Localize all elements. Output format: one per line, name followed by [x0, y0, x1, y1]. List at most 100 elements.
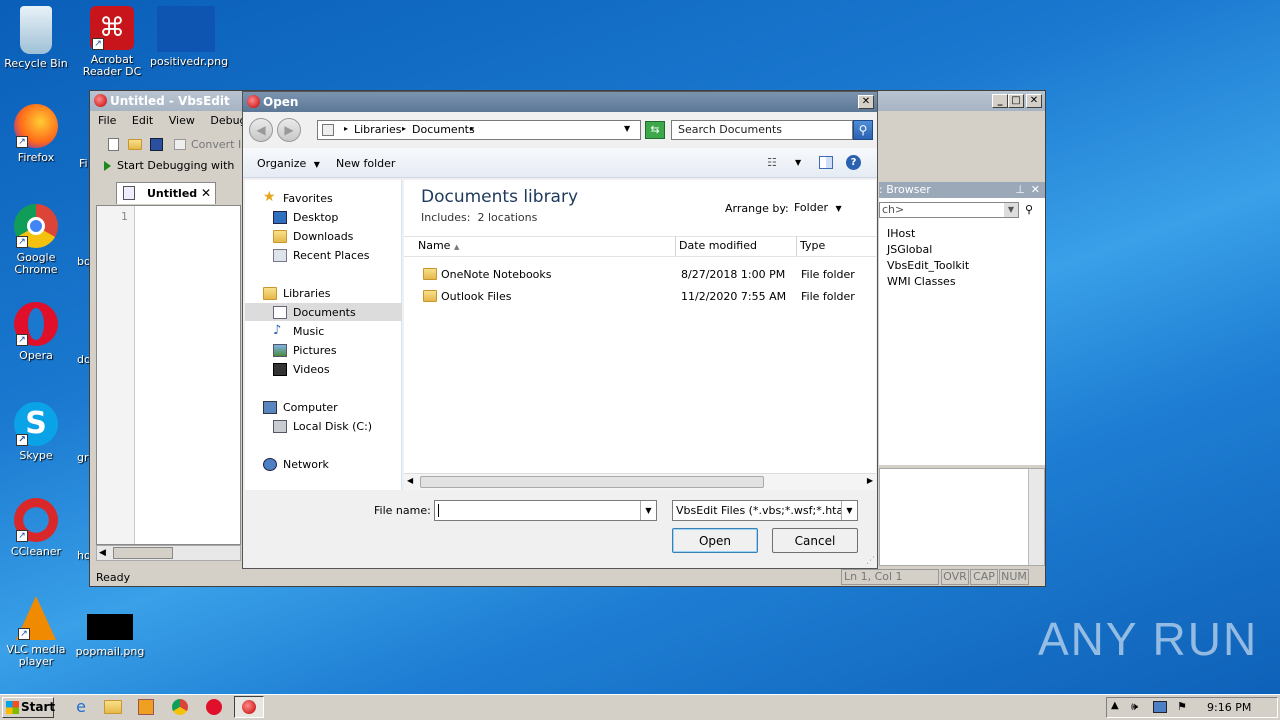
- network-icon: [263, 458, 277, 471]
- locations-link[interactable]: 2 locations: [477, 211, 537, 224]
- list-item[interactable]: WMI Classes: [879, 274, 969, 290]
- close-tab-icon[interactable]: ✕: [201, 186, 211, 200]
- close-browser-icon[interactable]: ✕: [1031, 182, 1040, 198]
- minimize-button[interactable]: _: [992, 94, 1008, 108]
- refresh-button[interactable]: ⇆: [645, 121, 665, 139]
- view-options-icon[interactable]: ☷: [767, 156, 777, 169]
- desktop-icon-recycle-bin[interactable]: Recycle Bin: [0, 6, 72, 70]
- convert-label[interactable]: Convert In: [191, 138, 248, 151]
- network-tray-icon[interactable]: [1153, 701, 1167, 713]
- line-gutter: 1: [97, 206, 135, 544]
- breadcrumb-libraries[interactable]: Libraries: [354, 123, 402, 136]
- address-dropdown-icon[interactable]: ▼: [624, 124, 630, 133]
- desktop-icon-firefox[interactable]: ↗ Firefox: [0, 104, 72, 164]
- scroll-right-icon[interactable]: ▶: [867, 476, 873, 485]
- volume-icon[interactable]: 🕪: [1131, 700, 1138, 714]
- nav-desktop[interactable]: Desktop: [273, 211, 338, 225]
- chevron-down-icon[interactable]: ▼: [841, 501, 857, 520]
- organize-button[interactable]: Organize ▼: [257, 157, 320, 170]
- table-row[interactable]: Outlook Files 11/2/2020 7:55 AM File fol…: [423, 289, 873, 305]
- browser-titlebar: : Browser ⊥ ✕: [879, 182, 1045, 198]
- editor-area[interactable]: 1: [96, 205, 241, 545]
- table-row[interactable]: OneNote Notebooks 8/27/2018 1:00 PM File…: [423, 267, 873, 283]
- search-icon[interactable]: ⚲: [853, 120, 873, 140]
- pin-icon[interactable]: ⊥: [1015, 182, 1025, 198]
- preview-pane-icon[interactable]: [819, 156, 833, 169]
- arrange-by-dropdown[interactable]: Folder ▼: [794, 201, 842, 214]
- explorer-icon[interactable]: [104, 700, 122, 714]
- dialog-titlebar[interactable]: Open ✕: [243, 92, 877, 112]
- file-name-input[interactable]: ▼: [434, 500, 657, 521]
- chevron-down-icon[interactable]: ▼: [640, 501, 656, 520]
- menu-edit[interactable]: Edit: [132, 114, 153, 127]
- nav-computer[interactable]: Computer: [263, 401, 338, 415]
- desktop-icon-positivedr[interactable]: positivedr.png: [150, 6, 228, 68]
- desktop-icon-chrome[interactable]: ↗ Google Chrome: [0, 204, 72, 276]
- nav-videos[interactable]: Videos: [273, 363, 330, 377]
- menu-view[interactable]: View: [169, 114, 195, 127]
- search-field[interactable]: Search Documents: [671, 120, 853, 140]
- nav-network[interactable]: Network: [263, 458, 329, 472]
- action-center-flag-icon[interactable]: ⚑: [1177, 700, 1187, 713]
- browser-search[interactable]: ch> ▼: [879, 202, 1019, 218]
- nav-downloads[interactable]: Downloads: [273, 230, 353, 244]
- desktop-icon-ccleaner[interactable]: ↗ CCleaner: [0, 498, 72, 558]
- forward-button[interactable]: ▶: [277, 118, 301, 142]
- column-header-type[interactable]: Type: [800, 236, 870, 256]
- column-header-date[interactable]: Date modified: [679, 236, 797, 256]
- desktop-icon-skype[interactable]: S ↗ Skype: [0, 402, 72, 462]
- nav-libraries[interactable]: Libraries: [263, 287, 331, 301]
- nav-pictures[interactable]: Pictures: [273, 344, 337, 358]
- taskbar-vbsedit-button[interactable]: [234, 696, 264, 718]
- save-icon[interactable]: [150, 138, 163, 151]
- start-debugging-button[interactable]: Start Debugging with: [104, 159, 234, 172]
- column-header-name[interactable]: Name ▲: [418, 236, 676, 256]
- scroll-left-icon[interactable]: ◀: [407, 476, 413, 485]
- maximize-button[interactable]: □: [1008, 94, 1024, 108]
- search-binoculars-icon[interactable]: ⚲: [1025, 203, 1033, 216]
- nav-documents[interactable]: Documents: [273, 306, 356, 320]
- convert-icon[interactable]: [174, 139, 186, 150]
- tray-expand-icon[interactable]: ▲: [1111, 700, 1119, 711]
- file-type-filter[interactable]: VbsEdit Files (*.vbs;*.wsf;*.hta;*. ▼: [672, 500, 858, 521]
- scroll-thumb[interactable]: [420, 476, 764, 488]
- desktop-icon-popmail[interactable]: popmail.png: [74, 614, 146, 658]
- clock[interactable]: 9:16 PM: [1207, 701, 1251, 714]
- ie-icon[interactable]: e: [68, 697, 94, 717]
- desktop-icon-label: popmail.png: [75, 645, 145, 658]
- desktop-icon-acrobat[interactable]: ⌘ ↗ Acrobat Reader DC: [76, 6, 148, 78]
- editor-hscrollbar[interactable]: ◀: [96, 545, 241, 561]
- editor-tab[interactable]: Untitled ✕: [116, 182, 216, 204]
- desktop-icon-opera[interactable]: ↗ Opera: [0, 302, 72, 362]
- open-folder-icon[interactable]: [128, 139, 142, 150]
- content-hscrollbar[interactable]: ◀ ▶: [404, 473, 876, 490]
- list-item[interactable]: IHost: [879, 226, 969, 242]
- chrome-icon[interactable]: [172, 699, 188, 715]
- list-item[interactable]: VbsEdit_Toolkit: [879, 258, 969, 274]
- new-folder-button[interactable]: New folder: [336, 157, 395, 170]
- help-icon[interactable]: ?: [846, 155, 861, 170]
- menu-file[interactable]: File: [98, 114, 116, 127]
- chevron-down-icon[interactable]: ▼: [795, 158, 801, 167]
- new-file-icon[interactable]: [108, 138, 119, 151]
- open-button[interactable]: Open: [672, 528, 758, 553]
- cancel-button[interactable]: Cancel: [772, 528, 858, 553]
- address-bar[interactable]: ▸ Libraries ▸ Documents ▸ ▼: [317, 120, 641, 140]
- resize-grip-icon[interactable]: ⋰: [866, 556, 875, 566]
- chevron-down-icon[interactable]: ▼: [1004, 203, 1018, 217]
- media-player-icon[interactable]: [138, 699, 154, 715]
- close-button[interactable]: ✕: [858, 95, 874, 109]
- start-button[interactable]: Start: [2, 697, 55, 718]
- nav-music[interactable]: ♪ Music: [273, 324, 324, 339]
- close-button[interactable]: ✕: [1026, 94, 1042, 108]
- desktop-icon-vlc[interactable]: ↗ VLC media player: [0, 596, 72, 668]
- breadcrumb-documents[interactable]: Documents: [412, 123, 475, 136]
- nav-local-disk[interactable]: Local Disk (C:): [273, 420, 372, 434]
- back-button[interactable]: ◀: [249, 118, 273, 142]
- opera-icon[interactable]: [206, 699, 222, 715]
- sort-arrow-icon: ▲: [453, 243, 460, 251]
- nav-favorites[interactable]: ★ Favorites: [263, 190, 333, 206]
- output-vscrollbar[interactable]: [1028, 469, 1044, 565]
- nav-recent-places[interactable]: Recent Places: [273, 249, 370, 263]
- list-item[interactable]: JSGlobal: [879, 242, 969, 258]
